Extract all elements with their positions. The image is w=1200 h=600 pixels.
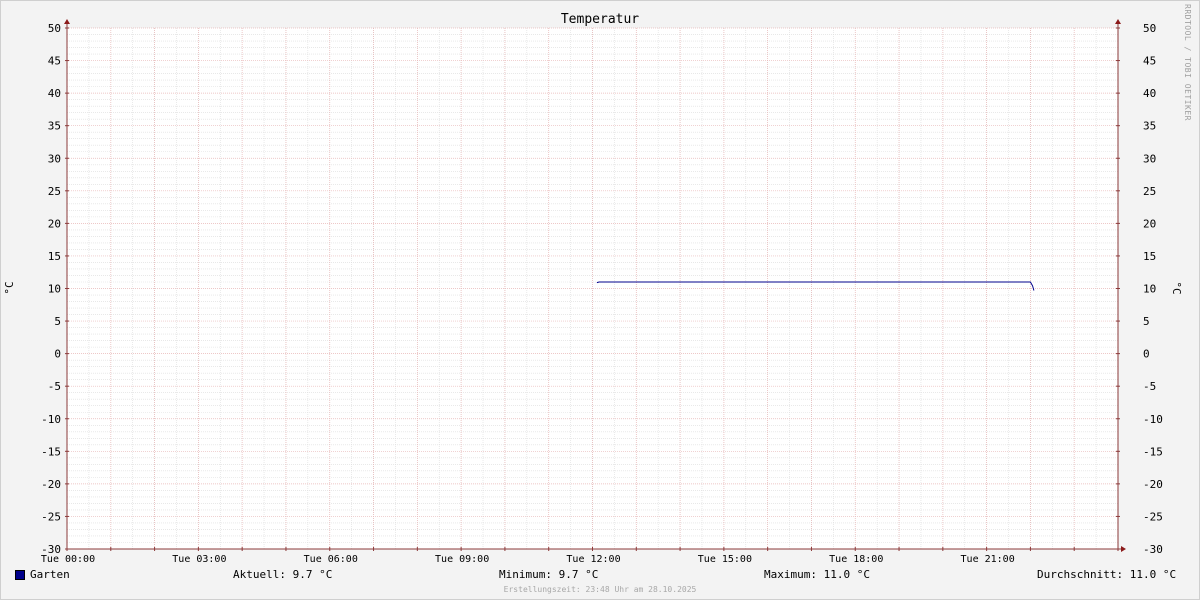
y-axis-arrow-left <box>64 19 70 24</box>
y-tick-label-right: 15 <box>1143 250 1156 263</box>
y-axis-label-left: °C <box>3 281 16 294</box>
y-tick-label-right: -10 <box>1143 413 1163 426</box>
y-tick-label-left: 35 <box>48 120 61 133</box>
creation-time-footer: Erstellungszeit: 23:48 Uhr am 28.10.2025 <box>503 585 697 594</box>
y-tick-label-right: 0 <box>1143 348 1150 361</box>
legend-average: Durchschnitt: 11.0 °C <box>1037 568 1177 581</box>
y-tick-label-left: 40 <box>48 87 61 100</box>
x-tick-label: Tue 21:00 <box>961 554 1015 565</box>
y-tick-label-right: 50 <box>1143 22 1156 35</box>
y-axis-label-right: °C <box>1170 281 1183 294</box>
y-tick-label-right: -30 <box>1143 543 1163 556</box>
y-tick-label-left: 45 <box>48 55 61 68</box>
x-tick-label: Tue 00:00 <box>41 554 95 565</box>
y-tick-label-left: -20 <box>41 478 61 491</box>
y-tick-label-left: 30 <box>48 152 61 165</box>
x-tick-label: Tue 12:00 <box>566 554 620 565</box>
temperature-chart: -30 -30-25 -25-20 -20-15 -15-10 -10-5 -50 05 510… <box>3 12 1183 565</box>
x-tick-label: Tue 03:00 <box>172 554 226 565</box>
y-tick-label-left: 25 <box>48 185 61 198</box>
y-tick-label-left: 0 <box>54 348 61 361</box>
y-tick-label-left: -5 <box>48 380 61 393</box>
rrdtool-watermark: RRDTOOL / TOBI OETIKER <box>1183 4 1192 121</box>
y-tick-label-left: -25 <box>41 510 61 523</box>
y-tick-label-right: -20 <box>1143 478 1163 491</box>
y-tick-label-right: 5 <box>1143 315 1150 328</box>
y-tick-label-left: -15 <box>41 445 61 458</box>
chart-title: Temperatur <box>561 12 639 27</box>
x-tick-label: Tue 15:00 <box>698 554 752 565</box>
y-axis-arrow-right <box>1115 19 1121 24</box>
y-tick-label-right: 35 <box>1143 120 1156 133</box>
y-tick-label-left: 15 <box>48 250 61 263</box>
legend-series-name: Garten <box>30 568 70 581</box>
legend: Garten Aktuell: 9.7 °C Minimum: 9.7 °C M… <box>0 568 1200 584</box>
y-tick-label-right: -5 <box>1143 380 1156 393</box>
y-tick-label-right: 20 <box>1143 217 1156 230</box>
x-tick-label: Tue 06:00 <box>304 554 358 565</box>
y-tick-label-right: 25 <box>1143 185 1156 198</box>
legend-minimum: Minimum: 9.7 °C <box>499 568 599 581</box>
y-tick-label-right: 10 <box>1143 283 1156 296</box>
y-tick-label-right: 30 <box>1143 152 1156 165</box>
y-tick-label-left: 5 <box>54 315 61 328</box>
y-tick-label-left: -10 <box>41 413 61 426</box>
y-tick-label-left: 10 <box>48 283 61 296</box>
x-tick-label: Tue 09:00 <box>435 554 489 565</box>
y-tick-label-left: 50 <box>48 22 61 35</box>
x-axis-arrow <box>1121 546 1126 552</box>
y-tick-label-right: 40 <box>1143 87 1156 100</box>
y-tick-label-right: -15 <box>1143 445 1163 458</box>
y-tick-label-right: -25 <box>1143 510 1163 523</box>
y-tick-label-left: 20 <box>48 217 61 230</box>
y-tick-label-right: 45 <box>1143 55 1156 68</box>
x-tick-label: Tue 18:00 <box>829 554 883 565</box>
legend-current: Aktuell: 9.7 °C <box>233 568 333 581</box>
legend-maximum: Maximum: 11.0 °C <box>764 568 870 581</box>
